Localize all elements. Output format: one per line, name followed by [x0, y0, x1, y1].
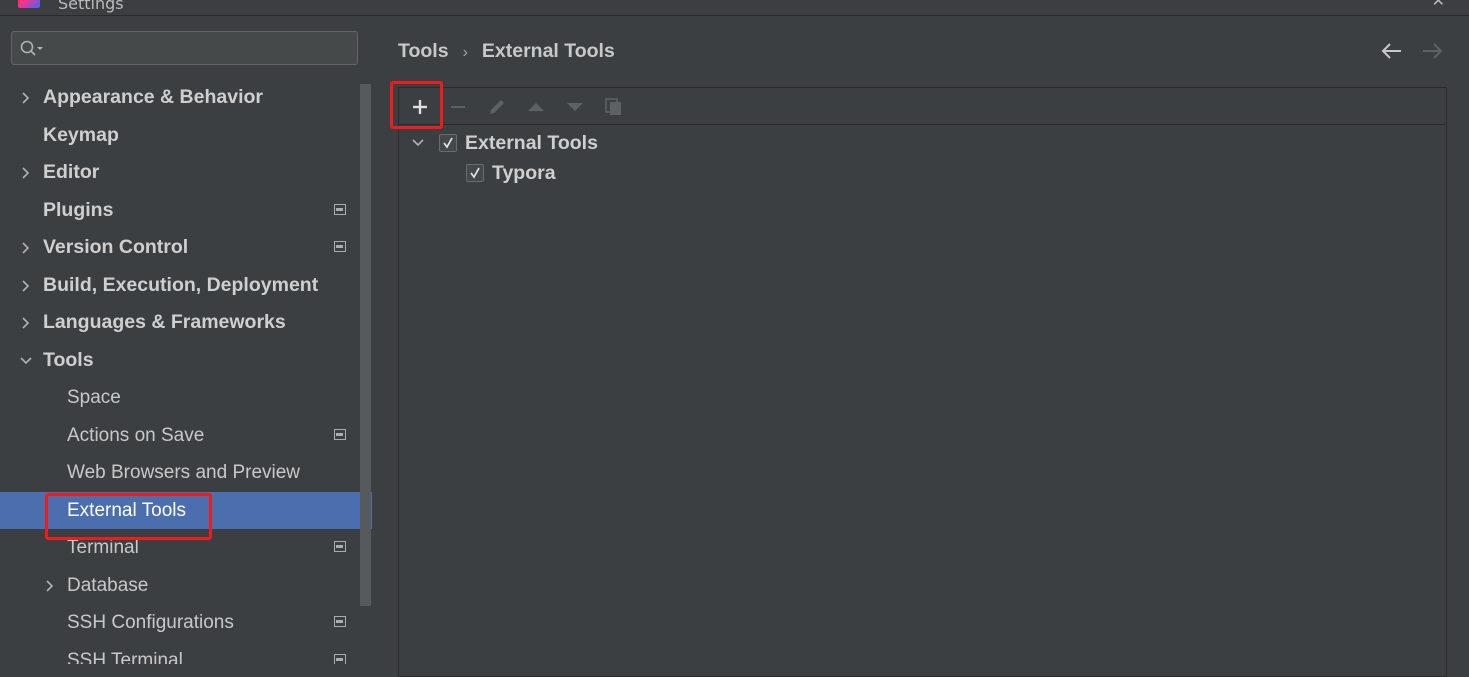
search-icon [20, 40, 43, 56]
sidebar-scrollbar[interactable] [360, 84, 371, 606]
remove-tool-button[interactable] [444, 93, 472, 121]
chevron-down-icon[interactable] [19, 354, 33, 368]
title-bar: Settings ✕ [0, 0, 1469, 16]
arrow-right-icon [1423, 43, 1443, 59]
copy-tool-button[interactable] [600, 93, 628, 121]
sidebar-item-build-execution-deployment[interactable]: Build, Execution, Deployment [0, 267, 372, 304]
back-button[interactable] [1381, 42, 1403, 64]
sidebar-item-database[interactable]: Database [0, 567, 372, 604]
sidebar-item-editor[interactable]: Editor [0, 154, 372, 191]
sidebar-item-ssh-configurations[interactable]: SSH Configurations [0, 604, 372, 641]
chevron-right-icon[interactable] [43, 579, 57, 593]
close-icon[interactable]: ✕ [1432, 0, 1445, 10]
chevron-right-icon[interactable] [19, 279, 33, 293]
remove-icon [451, 106, 465, 108]
copy-icon [605, 98, 621, 115]
breadcrumb: Tools › External Tools [398, 40, 615, 63]
sidebar-item-web-browsers-and-preview[interactable]: Web Browsers and Preview [0, 454, 372, 491]
sidebar-item-version-control[interactable]: Version Control [0, 229, 372, 266]
sidebar-item-label: Database [67, 574, 149, 596]
forward-button[interactable] [1421, 42, 1443, 64]
edit-tool-button[interactable] [483, 93, 511, 121]
app-logo-icon [18, 0, 40, 8]
sidebar-item-label: Build, Execution, Deployment [43, 273, 319, 296]
sidebar-item-label: SSH Configurations [67, 612, 234, 633]
chevron-down-icon[interactable] [411, 137, 425, 149]
main-panel: Tools › External Tools External Tools Ty… [372, 16, 1469, 677]
project-level-icon [334, 653, 346, 664]
external-tools-panel: External Tools Typora [398, 87, 1447, 677]
project-level-icon [334, 616, 346, 627]
sidebar-item-keymap[interactable]: Keymap [0, 117, 372, 154]
search-field[interactable] [11, 31, 358, 65]
annotation-box-external-tools [45, 493, 212, 540]
project-level-icon [334, 203, 346, 215]
move-down-button[interactable] [561, 93, 589, 121]
move-up-icon [528, 103, 544, 111]
breadcrumb-separator: › [462, 44, 468, 61]
search-input[interactable] [54, 36, 353, 62]
chevron-right-icon[interactable] [19, 91, 33, 105]
move-up-button[interactable] [522, 93, 550, 121]
sidebar-item-label: Web Browsers and Preview [67, 462, 301, 483]
group-checkbox[interactable] [439, 134, 457, 152]
annotation-box-add-button [390, 81, 443, 129]
project-level-icon [334, 241, 346, 252]
edit-icon [490, 100, 504, 114]
sidebar-item-tools[interactable]: Tools [0, 342, 372, 379]
check-icon [443, 137, 453, 149]
project-level-icon [334, 428, 346, 440]
chevron-right-icon[interactable] [19, 166, 33, 180]
sidebar-item-space[interactable]: Space [0, 379, 372, 416]
tree-item-label: Typora [492, 162, 556, 184]
breadcrumb-current: External Tools [481, 40, 615, 62]
sidebar-item-label: Appearance & Behavior [43, 86, 263, 108]
move-down-icon [567, 103, 583, 111]
sidebar-item-label: Actions on Save [67, 424, 205, 446]
sidebar-item-label: Languages & Frameworks [43, 311, 286, 333]
sidebar-item-label: Keymap [43, 123, 119, 146]
settings-sidebar: Appearance & Behavior Keymap Editor Plugins… [0, 16, 372, 664]
chevron-right-icon[interactable] [19, 241, 33, 255]
sidebar-item-label: SSH Terminal [67, 649, 183, 665]
tools-toolbar [399, 88, 1446, 125]
sidebar-item-label: Version Control [43, 236, 189, 258]
arrow-left-icon [1381, 43, 1401, 59]
tree-group-external-tools[interactable]: External Tools [399, 129, 999, 157]
tree-item-typora[interactable]: Typora [399, 159, 999, 187]
sidebar-item-languages-frameworks[interactable]: Languages & Frameworks [0, 304, 372, 341]
sidebar-item-ssh-terminal[interactable]: SSH Terminal [0, 642, 372, 665]
sidebar-item-appearance-behavior[interactable]: Appearance & Behavior [0, 79, 372, 116]
sidebar-item-plugins[interactable]: Plugins [0, 192, 372, 229]
sidebar-item-label: Plugins [43, 198, 114, 221]
sidebar-item-actions-on-save[interactable]: Actions on Save [0, 417, 372, 454]
sidebar-item-label: Terminal [67, 537, 139, 558]
tool-checkbox[interactable] [466, 164, 484, 182]
chevron-right-icon[interactable] [19, 316, 33, 330]
sidebar-item-label: Tools [43, 348, 94, 371]
breadcrumb-parent[interactable]: Tools [398, 40, 449, 62]
check-icon [470, 167, 480, 179]
project-level-icon [334, 541, 346, 552]
sidebar-item-label: Editor [43, 161, 100, 183]
window-title: Settings [58, 0, 124, 13]
sidebar-item-label: Space [67, 387, 121, 408]
tree-group-label: External Tools [465, 132, 598, 154]
